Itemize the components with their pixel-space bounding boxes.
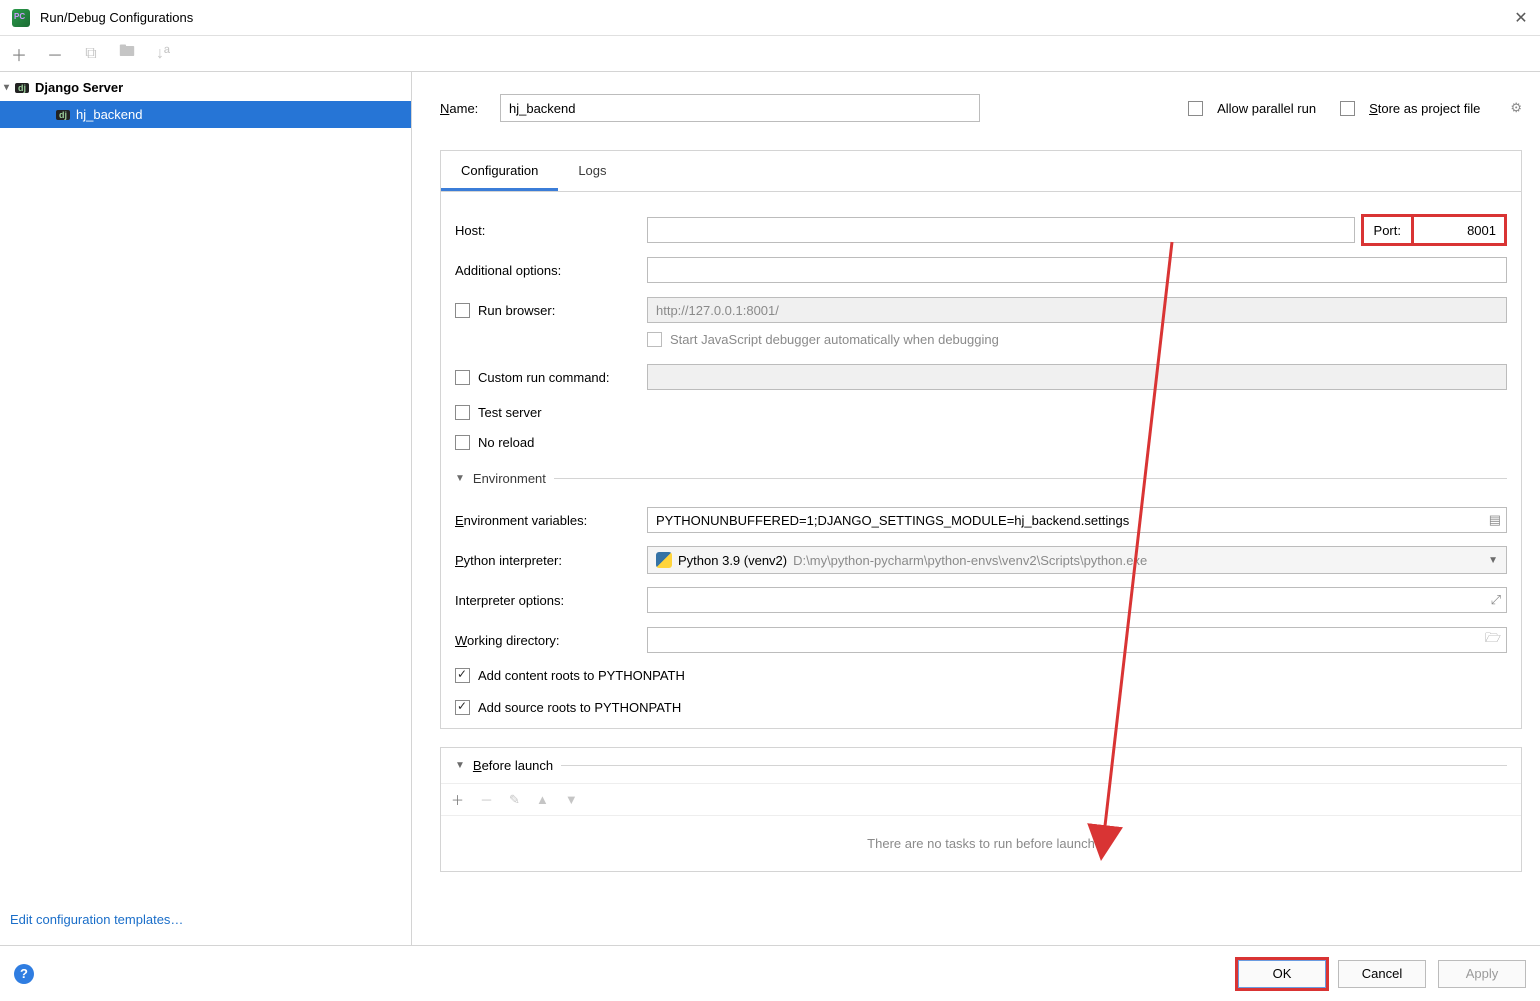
env-vars-label: Environment variables: [455,513,647,528]
sort-az-icon: ↓ª [154,45,172,63]
allow-parallel-label: Allow parallel run [1217,101,1316,116]
interpreter-options-label: Interpreter options: [455,593,647,608]
edit-icon: ✎ [509,792,520,808]
additional-options-input[interactable] [647,257,1507,283]
config-toolbar: ＋ － ⧉ 🖿 ↓ª [0,36,1540,72]
django-icon: dj [15,83,29,93]
list-icon[interactable]: ▤ [1489,512,1501,528]
interpreter-label: Python interpreter: [455,553,647,568]
interpreter-path: D:\my\python-pycharm\python-envs\venv2\S… [793,553,1488,568]
checkbox-icon[interactable] [455,435,470,450]
before-launch-panel: ▼ Before launch ＋ － ✎ ▲ ▼ There are no t… [440,747,1522,872]
test-server-label: Test server [478,405,542,420]
cancel-button[interactable]: Cancel [1338,960,1426,988]
interpreter-select[interactable]: Python 3.9 (venv2) D:\my\python-pycharm\… [647,546,1507,574]
add-source-roots-checkbox[interactable]: Add source roots to PYTHONPATH [455,700,681,715]
tree-child-label: hj_backend [76,107,143,122]
tree-node-hj-backend[interactable]: dj hj_backend [0,101,411,128]
checkbox-icon[interactable] [1188,101,1203,116]
remove-icon: － [480,790,493,809]
start-js-debugger-checkbox: Start JavaScript debugger automatically … [647,330,1507,357]
chevron-down-icon[interactable]: ▼ [1488,555,1498,566]
python-icon [656,552,672,568]
add-content-roots-label: Add content roots to PYTHONPATH [478,668,685,683]
host-input[interactable] [647,217,1355,243]
custom-run-command-checkbox[interactable]: Custom run command: [455,370,647,385]
close-icon[interactable]: ✕ [1514,8,1528,28]
working-directory-label: Working directory: [455,633,647,648]
no-reload-label: No reload [478,435,534,450]
window-title: Run/Debug Configurations [40,10,1514,25]
add-content-roots-checkbox[interactable]: Add content roots to PYTHONPATH [455,668,685,683]
config-tree[interactable]: ▾ dj Django Server dj hj_backend [0,72,411,900]
django-icon: dj [56,110,70,120]
titlebar: Run/Debug Configurations ✕ [0,0,1540,36]
divider [554,478,1507,479]
host-label: Host: [455,223,647,238]
name-input[interactable] [500,94,980,122]
checkbox-icon[interactable] [455,370,470,385]
allow-parallel-checkbox[interactable]: Allow parallel run [1188,101,1316,116]
help-icon[interactable]: ? [14,964,34,984]
move-up-icon: ▲ [536,792,549,807]
checkbox-checked-icon[interactable] [455,700,470,715]
sidebar: ▾ dj Django Server dj hj_backend Edit co… [0,72,412,945]
checkbox-icon [647,332,662,347]
environment-section-label: Environment [473,471,546,486]
folder-icon: 🖿 [118,45,136,63]
copy-icon: ⧉ [82,45,100,63]
checkbox-icon[interactable] [1340,101,1355,116]
before-launch-empty: There are no tasks to run before launch [441,815,1521,871]
port-label: Port: [1361,214,1411,246]
interpreter-options-input[interactable] [647,587,1507,613]
working-directory-input[interactable] [647,627,1507,653]
store-project-checkbox[interactable]: Store as project file [1340,101,1480,116]
before-launch-header[interactable]: ▼ Before launch [441,748,1521,783]
tabs: Configuration Logs [441,151,1521,192]
name-label: Name: [440,101,500,116]
before-launch-label: Before launch [473,758,553,773]
gear-icon[interactable]: ⚙ [1510,100,1522,116]
add-icon[interactable]: ＋ [451,790,464,809]
pycharm-app-icon [12,9,30,27]
chevron-down-icon[interactable]: ▼ [455,760,465,771]
move-down-icon: ▼ [565,792,578,807]
port-input[interactable] [1414,223,1504,238]
tree-node-django-server[interactable]: ▾ dj Django Server [0,74,411,101]
divider [561,765,1507,766]
add-source-roots-label: Add source roots to PYTHONPATH [478,700,681,715]
test-server-checkbox[interactable]: Test server [455,405,647,420]
checkbox-icon[interactable] [455,405,470,420]
custom-run-command-input [647,364,1507,390]
environment-section-header[interactable]: ▼ Environment [455,471,1507,492]
expand-icon[interactable]: ⤢ [1491,592,1501,608]
tab-logs[interactable]: Logs [558,151,626,191]
tree-root-label: Django Server [35,80,123,95]
chevron-down-icon[interactable]: ▾ [4,82,9,93]
apply-button: Apply [1438,960,1526,988]
chevron-down-icon[interactable]: ▼ [455,473,465,484]
main-panel: Name: Allow parallel run Store as projec… [412,72,1540,945]
before-launch-toolbar: ＋ － ✎ ▲ ▼ [441,783,1521,815]
edit-templates-link[interactable]: Edit configuration templates… [0,900,411,945]
tab-configuration[interactable]: Configuration [441,151,558,191]
run-browser-label: Run browser: [478,303,555,318]
env-vars-input[interactable] [647,507,1507,533]
store-project-label: Store as project file [1369,101,1480,116]
checkbox-icon[interactable] [455,303,470,318]
folder-open-icon[interactable]: 🗁 [1485,629,1501,651]
remove-icon[interactable]: － [46,45,64,63]
additional-options-label: Additional options: [455,263,647,278]
run-browser-checkbox[interactable]: Run browser: [455,303,647,318]
add-icon[interactable]: ＋ [10,45,28,63]
checkbox-checked-icon[interactable] [455,668,470,683]
dialog-footer: ? OK Cancel Apply [0,945,1540,1001]
config-panel: Configuration Logs Host: Port: Additiona… [440,150,1522,729]
custom-run-command-label: Custom run command: [478,370,610,385]
no-reload-checkbox[interactable]: No reload [455,435,647,450]
ok-button[interactable]: OK [1238,960,1326,988]
interpreter-name: Python 3.9 (venv2) [678,553,787,568]
run-browser-url-input [647,297,1507,323]
start-js-debugger-label: Start JavaScript debugger automatically … [670,332,999,347]
